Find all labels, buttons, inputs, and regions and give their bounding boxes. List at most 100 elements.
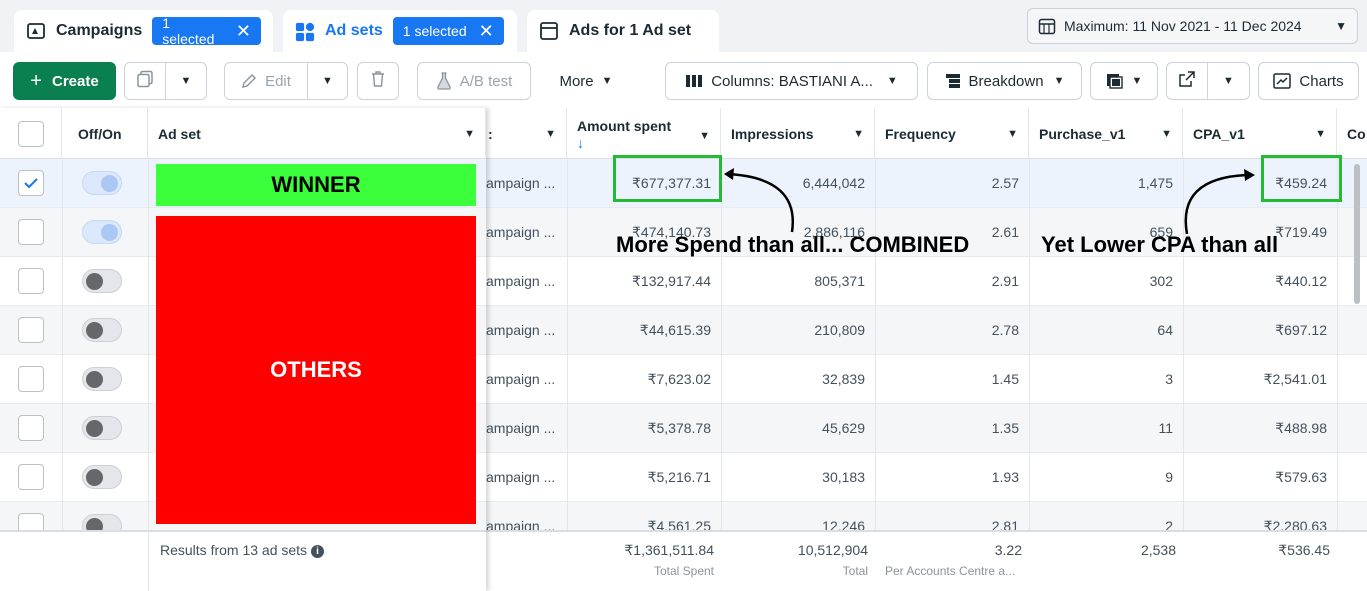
table-header: Off/On Ad set ▼ : ▼ Amount spent ↓ ▼ Imp…: [0, 108, 1367, 159]
frequency-cell: 1.45: [991, 371, 1019, 387]
row-checkbox[interactable]: [18, 268, 44, 294]
tab-ad-sets[interactable]: Ad sets 1 selected ✕: [283, 10, 517, 52]
edit-label: Edit: [265, 72, 291, 90]
tab-ads[interactable]: Ads for 1 Ad set: [527, 10, 719, 52]
reports-button[interactable]: ▼: [1090, 62, 1158, 100]
row-checkbox[interactable]: [18, 219, 44, 245]
delivery-toggle[interactable]: [82, 318, 122, 342]
row-checkbox[interactable]: [18, 170, 44, 196]
amount-spent-cell: ₹5,216.71: [647, 469, 711, 485]
total-amount-spent-caption: Total Spent: [653, 564, 714, 578]
impressions-cell: 805,371: [814, 273, 865, 289]
duplicate-button[interactable]: [124, 62, 166, 100]
campaign-cell: ampaign ...: [486, 420, 556, 436]
ab-test-button[interactable]: A/B test: [417, 62, 531, 100]
cpa-cell: ₹488.98: [1275, 420, 1327, 436]
chevron-down-icon: ▼: [853, 128, 864, 140]
column-header-impressions[interactable]: Impressions ▼: [721, 108, 875, 159]
chevron-down-icon: ▼: [1223, 75, 1234, 87]
chevron-down-icon: ▼: [699, 130, 710, 142]
column-label: Off/On: [78, 125, 122, 142]
create-button[interactable]: + Create: [13, 62, 116, 100]
export-dropdown[interactable]: ▼: [1208, 62, 1250, 100]
toggle-knob: [86, 420, 103, 437]
tab-strip: Campaigns 1 selected ✕ Ad sets 1 selecte…: [0, 0, 1367, 52]
column-divider: [148, 159, 149, 591]
delete-button[interactable]: [357, 62, 399, 100]
chevron-down-icon: ▼: [464, 128, 475, 140]
grid-icon: [295, 21, 315, 42]
delivery-toggle[interactable]: [82, 465, 122, 489]
delivery-toggle[interactable]: [82, 416, 122, 440]
total-amount-spent: ₹1,361,511.84: [624, 542, 714, 558]
charts-button[interactable]: Charts: [1258, 62, 1359, 100]
column-header-frequency[interactable]: Frequency ▼: [875, 108, 1029, 159]
column-header-purchase[interactable]: Purchase_v1 ▼: [1029, 108, 1183, 159]
calendar-icon: [1038, 17, 1056, 35]
total-frequency-caption: Per Accounts Centre a...: [885, 564, 1016, 578]
table-footer: Results from 13 ad sets i ₹1,361,511.84 …: [0, 530, 1367, 591]
column-label: Amount spent: [577, 118, 672, 134]
row-checkbox[interactable]: [18, 415, 44, 441]
column-header-more[interactable]: Co: [1337, 108, 1367, 159]
campaign-cell: ampaign ...: [486, 469, 556, 485]
columns-button[interactable]: Columns: BASTIANI A... ▼: [665, 62, 918, 100]
results-label: Results from 13 ad sets: [160, 542, 308, 558]
delivery-toggle[interactable]: [82, 171, 122, 195]
tab-campaigns[interactable]: Campaigns 1 selected ✕: [14, 10, 273, 52]
delivery-toggle[interactable]: [82, 367, 122, 391]
cpa-cell: ₹440.12: [1275, 273, 1327, 289]
date-range-picker[interactable]: Maximum: 11 Nov 2021 - 11 Dec 2024 ▼: [1027, 8, 1358, 44]
frequency-cell: 2.57: [991, 175, 1019, 191]
select-all-checkbox[interactable]: [18, 121, 44, 147]
column-header-campaign[interactable]: : ▼: [486, 108, 567, 159]
delivery-toggle[interactable]: [82, 220, 122, 244]
more-label: More: [559, 72, 594, 90]
selection-pill[interactable]: 1 selected ✕: [392, 17, 504, 45]
columns-label: Columns: BASTIANI A...: [711, 72, 873, 90]
edit-button[interactable]: Edit: [224, 62, 308, 100]
impressions-cell: 45,629: [822, 420, 865, 436]
close-icon[interactable]: ✕: [236, 22, 251, 40]
frequency-cell: 1.93: [991, 469, 1019, 485]
column-header-amount-spent[interactable]: Amount spent ↓ ▼: [567, 108, 721, 159]
edit-dropdown[interactable]: ▼: [308, 62, 348, 100]
column-header-ad-set[interactable]: Ad set ▼: [148, 108, 486, 159]
others-label: OTHERS: [156, 216, 476, 524]
date-range-label: Maximum: 11 Nov 2021 - 11 Dec 2024: [1064, 18, 1302, 34]
duplicate-dropdown[interactable]: ▼: [166, 62, 207, 100]
vertical-scrollbar[interactable]: [1354, 164, 1360, 304]
column-divider: [62, 159, 63, 530]
total-purchase: 2,538: [1140, 542, 1176, 558]
impressions-cell: 30,183: [822, 469, 865, 485]
close-icon[interactable]: ✕: [479, 22, 494, 40]
column-label: Ad set: [158, 125, 201, 142]
row-checkbox[interactable]: [18, 464, 44, 490]
cpa-arrow: [1184, 169, 1255, 235]
duplicate-icon: [136, 70, 154, 92]
selection-pill[interactable]: 1 selected ✕: [152, 15, 261, 47]
winner-label: WINNER: [156, 164, 476, 206]
delivery-toggle[interactable]: [82, 269, 122, 293]
column-header-off-on[interactable]: Off/On: [62, 108, 148, 159]
chevron-down-icon: ▼: [1315, 128, 1326, 140]
chevron-down-icon: ▼: [180, 75, 192, 87]
breakdown-button[interactable]: Breakdown ▼: [927, 62, 1082, 100]
toggle-knob: [101, 224, 118, 241]
column-label: Purchase_v1: [1039, 125, 1126, 142]
row-checkbox[interactable]: [18, 366, 44, 392]
column-divider: [1337, 159, 1338, 591]
select-all-cell: [0, 108, 62, 159]
ad-icon: [539, 21, 559, 41]
purchase-cell: 3: [1165, 371, 1173, 387]
breakdown-label: Breakdown: [968, 72, 1044, 90]
export-button[interactable]: [1166, 62, 1208, 100]
info-icon[interactable]: i: [310, 545, 324, 558]
more-button[interactable]: More ▼: [545, 62, 627, 100]
column-header-cpa[interactable]: CPA_v1 ▼: [1183, 108, 1337, 159]
spend-annotation: More Spend than all... COMBINED: [616, 232, 970, 257]
row-checkbox[interactable]: [18, 317, 44, 343]
trash-icon: [370, 70, 386, 92]
chevron-down-icon: ▼: [1161, 128, 1172, 140]
export-icon: [1179, 71, 1195, 91]
